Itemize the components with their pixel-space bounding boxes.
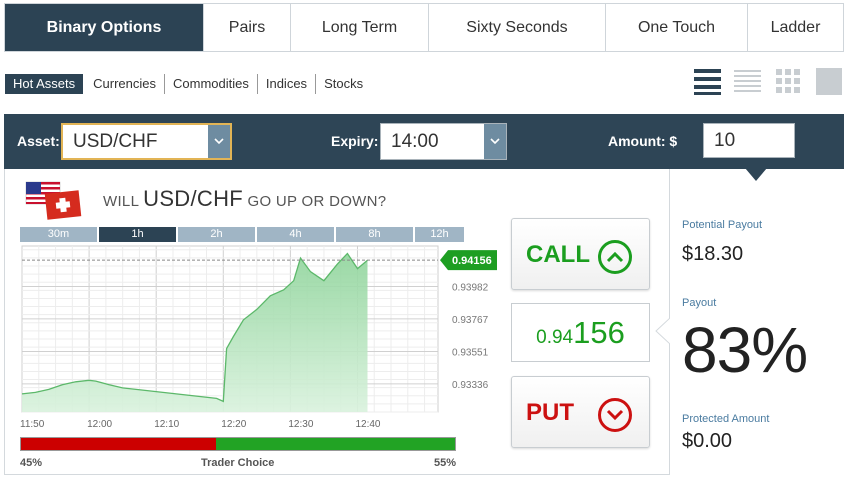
put-button[interactable]: PUT <box>511 376 650 448</box>
y-tick-label: 0.93982 <box>452 282 489 293</box>
price-chart: 0.93982 0.93767 0.93551 0.93336 11:50 12:00 1… <box>20 245 497 430</box>
y-tick-label: 0.93336 <box>452 380 489 391</box>
call-share-fill <box>216 438 455 450</box>
current-price: 0.94156 <box>511 303 650 362</box>
price-suffix: 156 <box>573 315 625 350</box>
y-tick-label: 0.93767 <box>452 315 489 326</box>
x-tick-label: 12:30 <box>288 419 313 430</box>
payout-label: Payout <box>682 297 717 309</box>
y-tick-label: 0.93551 <box>452 347 489 358</box>
current-value-label: 0.94156 <box>452 255 492 267</box>
protected-amount-value: $0.00 <box>682 430 733 452</box>
x-tick-label: 12:10 <box>154 419 179 430</box>
chevron-up-icon <box>598 240 632 274</box>
x-tick-label: 11:50 <box>20 419 45 430</box>
chevron-down-icon <box>598 398 632 432</box>
trader-choice-bar <box>20 437 456 451</box>
trader-choice-label: Trader Choice <box>201 457 275 469</box>
call-percentage: 55% <box>434 457 457 469</box>
x-tick-label: 12:20 <box>221 419 246 430</box>
call-button[interactable]: CALL <box>511 218 650 290</box>
put-label: PUT <box>526 399 574 426</box>
x-tick-label: 12:00 <box>87 419 112 430</box>
price-prefix: 0.94 <box>536 327 574 348</box>
potential-payout-value: $18.30 <box>682 243 744 265</box>
price-pointer-icon <box>655 318 670 344</box>
call-label: CALL <box>526 241 590 268</box>
protected-amount-label: Protected Amount <box>682 413 770 425</box>
payout-percentage: 83% <box>682 314 808 386</box>
put-share-fill <box>21 438 217 450</box>
x-tick-label: 12:40 <box>355 419 380 430</box>
potential-payout-label: Potential Payout <box>682 219 763 231</box>
put-percentage: 45% <box>20 457 43 469</box>
